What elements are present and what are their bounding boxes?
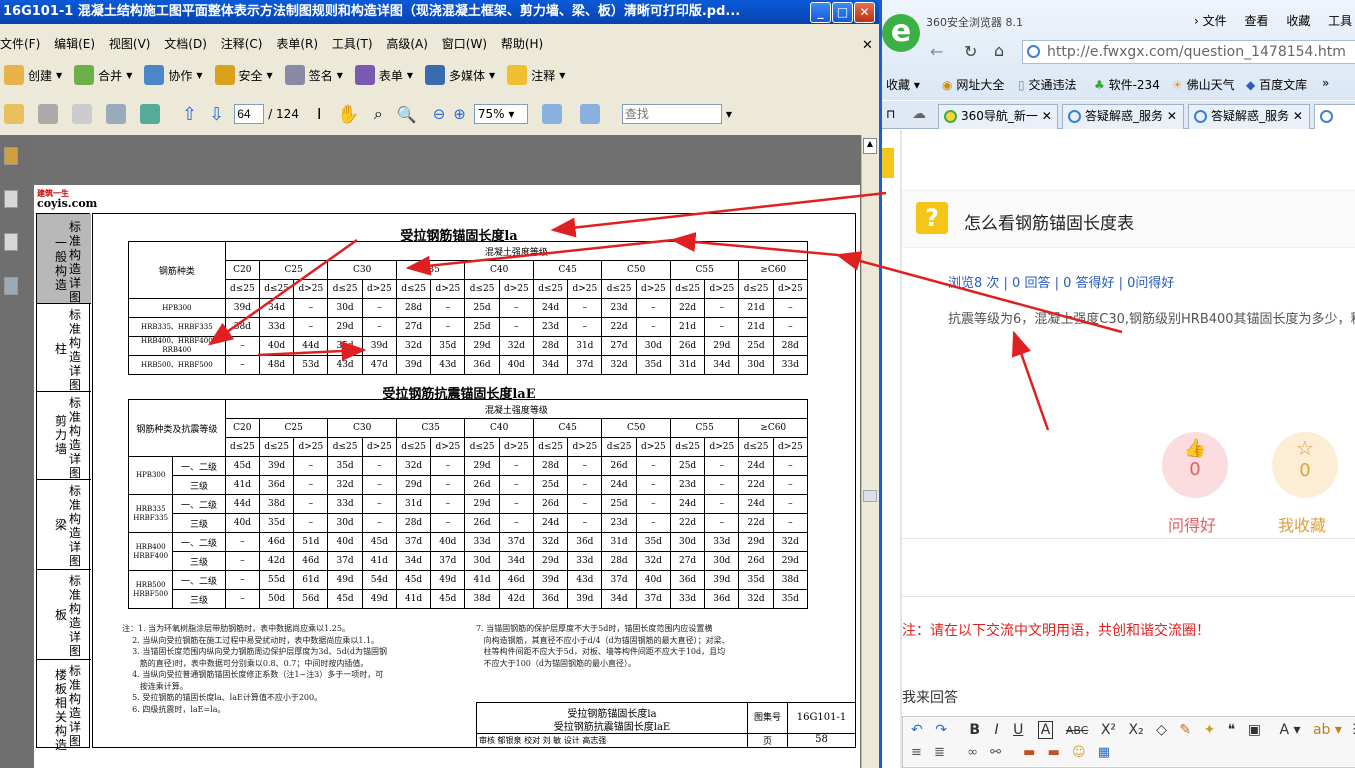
annotation-arrow	[670, 232, 839, 257]
annotation-arrow	[550, 191, 887, 238]
annotation-arrow	[835, 251, 1123, 334]
annotation-arrow	[207, 238, 358, 346]
annotation-arrow	[405, 238, 674, 276]
annotation-arrow	[257, 341, 367, 362]
annotation-arrows	[207, 191, 1123, 431]
annotation-arrow	[1012, 330, 1050, 431]
